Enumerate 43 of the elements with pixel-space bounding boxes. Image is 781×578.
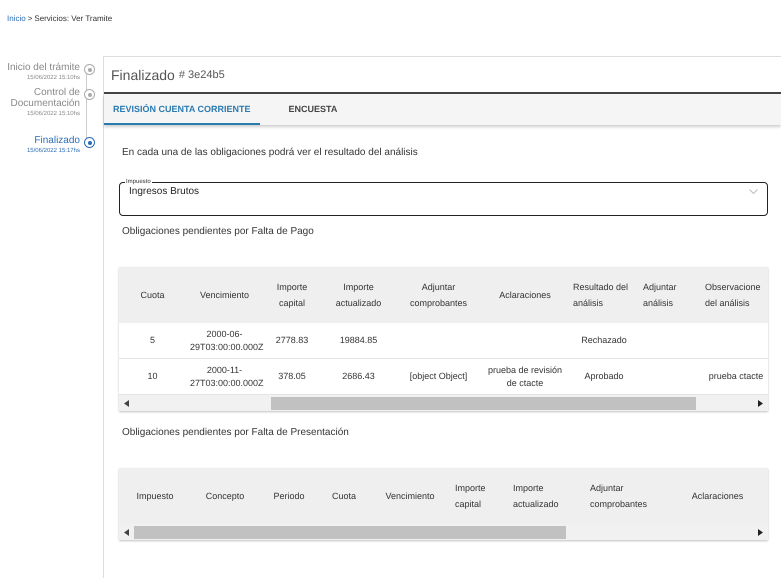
column-header: Importe capital xyxy=(263,267,321,323)
column-header: Adjuntar análisis xyxy=(639,267,701,323)
column-header: Importe capital xyxy=(451,468,509,524)
scroll-right-icon[interactable] xyxy=(758,528,763,536)
chevron-down-icon xyxy=(749,189,758,194)
tab[interactable]: REVISIÓN CUENTA CORRIENTE xyxy=(104,94,260,125)
step-label: Finalizado xyxy=(34,135,80,146)
column-header: Adjuntar comprobantes xyxy=(586,468,674,524)
scroll-left-icon[interactable] xyxy=(124,528,129,536)
column-header: Cuota xyxy=(119,267,186,323)
table-cell: 2778.83 xyxy=(263,323,321,358)
section-title: Obligaciones pendientes por Falta de Pago xyxy=(122,226,315,237)
scrollbar-thumb[interactable] xyxy=(271,396,696,410)
column-header: Observacione del análisis xyxy=(701,267,768,323)
step-label: Control de Documentación xyxy=(10,87,80,109)
breadcrumb-current: Servicios: Ver Tramite xyxy=(34,14,112,25)
column-header: Cuota xyxy=(319,468,369,524)
column-header: Adjuntar comprobantes xyxy=(396,267,481,323)
column-header: Impuesto xyxy=(119,468,191,524)
intro-text: En cada una de las obligaciones podrá ver el resultado del análisis xyxy=(122,147,419,158)
column-header: Concepto xyxy=(191,468,259,524)
status-code: # 3e24b5 xyxy=(178,68,225,80)
section-title: Obligaciones pendientes por Falta de Presentación xyxy=(122,427,350,438)
table-cell: Rechazado xyxy=(569,323,639,358)
breadcrumb-link[interactable]: Inicio xyxy=(7,14,26,28)
tab[interactable]: ENCUESTA xyxy=(270,94,346,125)
column-header: Aclaraciones xyxy=(674,468,761,524)
column-header: Aclaraciones xyxy=(481,267,569,323)
column-header: Periodo xyxy=(259,468,319,524)
column-header: Vencimiento xyxy=(186,267,263,323)
column-header: Importe actualizado xyxy=(321,267,396,323)
scrollbar-thumb[interactable] xyxy=(134,526,566,538)
table-cell: 5 xyxy=(119,323,186,358)
breadcrumb-separator: > xyxy=(28,14,32,25)
scroll-right-icon[interactable] xyxy=(758,400,763,406)
column-header: Importe actualizado xyxy=(509,468,586,524)
column-header: Vencimiento xyxy=(369,468,451,524)
table-cell: 2000-06-29T03:00:00.000Z xyxy=(186,323,263,358)
step-label: Inicio del trámite xyxy=(7,62,80,73)
status-title: Finalizado xyxy=(111,66,175,82)
column-header: Resultado del análisis xyxy=(569,267,639,323)
scroll-left-icon[interactable] xyxy=(124,400,129,406)
table-cell: 19884.85 xyxy=(321,323,396,358)
